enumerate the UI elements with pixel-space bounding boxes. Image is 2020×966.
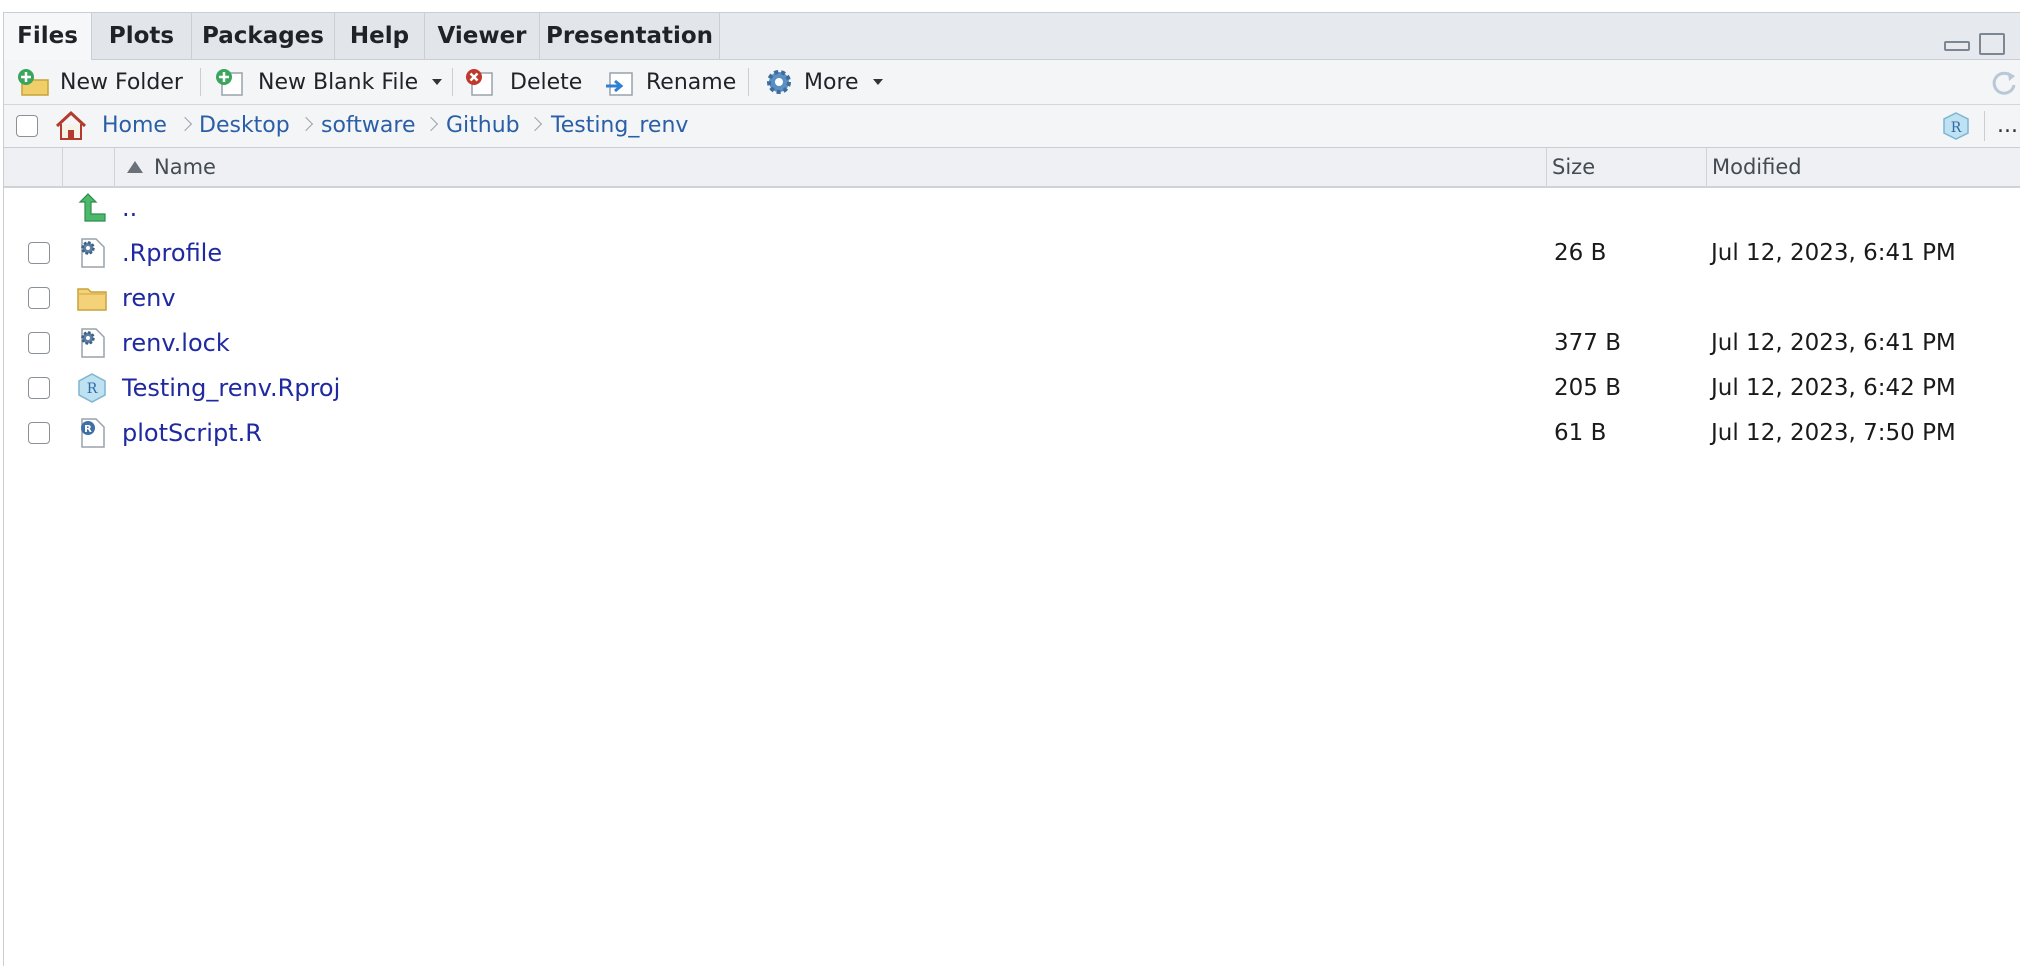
settings-file-icon [81,238,105,268]
breadcrumb-desktop[interactable]: Desktop [199,105,290,147]
chevron-down-icon [432,79,443,85]
file-list-header: Name Size Modified [4,148,2020,188]
chevron-down-icon [872,79,883,85]
column-size[interactable]: Size [1552,148,1595,186]
file-modified: Jul 12, 2023, 6:41 PM [1711,240,1956,266]
column-divider [62,148,63,186]
row-checkbox[interactable] [28,287,50,309]
files-pane: Files Plots Packages Help Viewer Present… [3,12,2020,966]
go-to-directory-button[interactable]: ... [1997,105,2018,147]
tab-bar: Files Plots Packages Help Viewer Present… [4,13,2020,60]
minimize-pane-button[interactable] [1944,41,1970,51]
svg-text:R: R [87,381,98,397]
chevron-right-icon [298,116,314,132]
rproj-file-icon: R [78,373,106,403]
chevron-right-icon [527,116,543,132]
file-name-link[interactable]: Testing_renv.Rproj [122,366,340,411]
breadcrumb: Home Desktop software Github Testing_ren… [4,105,2020,148]
file-row[interactable]: R plotScript.R 61 B Jul 12, 2023, 7:50 P… [4,411,2020,456]
column-name[interactable]: Name [154,148,216,186]
tab-files[interactable]: Files [4,13,92,60]
toolbar-divider [452,68,453,96]
folder-icon [77,288,107,311]
row-checkbox[interactable] [28,332,50,354]
new-file-icon [216,69,243,96]
delete-icon [466,69,493,96]
file-size: 205 B [1554,375,1621,401]
rename-label: Rename [646,69,737,95]
r-script-icon: R [81,418,105,448]
files-toolbar: New Folder New Blank File Delete Rename … [4,60,2020,105]
refresh-icon[interactable] [1989,68,2019,98]
tab-help[interactable]: Help [335,13,425,59]
file-name-link[interactable]: renv [122,276,176,321]
delete-button[interactable]: Delete [464,60,582,104]
path-divider [1984,111,1985,141]
row-checkbox[interactable] [28,377,50,399]
column-modified[interactable]: Modified [1712,148,1802,186]
file-modified: Jul 12, 2023, 7:50 PM [1711,420,1956,446]
file-size: 26 B [1554,240,1607,266]
tab-packages[interactable]: Packages [192,13,335,59]
tab-presentation[interactable]: Presentation [540,13,720,59]
file-size: 61 B [1554,420,1607,446]
parent-directory-icon [78,193,106,222]
more-button[interactable]: More [762,60,883,104]
new-folder-button[interactable]: New Folder [16,60,183,104]
file-size: 377 B [1554,330,1621,356]
toolbar-divider [200,68,201,96]
new-folder-label: New Folder [60,69,183,95]
new-folder-icon [18,69,49,96]
delete-label: Delete [510,69,583,95]
rename-button[interactable]: Rename [602,60,736,104]
parent-directory-row[interactable]: .. [4,186,2020,231]
breadcrumb-software[interactable]: software [321,105,415,147]
row-checkbox[interactable] [28,422,50,444]
svg-text:R: R [1951,120,1962,136]
breadcrumb-testing-renv[interactable]: Testing_renv [551,105,688,147]
column-divider [1546,148,1547,186]
column-divider [114,148,115,186]
file-name-link[interactable]: .Rprofile [122,231,222,276]
breadcrumb-home[interactable]: Home [102,105,167,147]
gear-icon [767,70,791,94]
maximize-pane-button[interactable] [1979,33,2005,55]
new-blank-file-label: New Blank File [258,69,419,95]
chevron-right-icon [177,116,193,132]
toolbar-divider [748,68,749,96]
sort-ascending-icon [127,161,143,173]
settings-file-icon [81,328,105,358]
file-name-link[interactable]: plotScript.R [122,411,262,456]
file-row[interactable]: renv [4,276,2020,321]
row-checkbox[interactable] [28,242,50,264]
file-modified: Jul 12, 2023, 6:41 PM [1711,330,1956,356]
column-divider [1706,148,1707,186]
file-modified: Jul 12, 2023, 6:42 PM [1711,375,1956,401]
select-all-checkbox[interactable] [16,115,38,137]
new-blank-file-button[interactable]: New Blank File [214,60,443,104]
parent-directory-link[interactable]: .. [122,186,137,231]
svg-text:R: R [84,424,92,435]
rename-icon [606,72,633,96]
breadcrumb-github[interactable]: Github [446,105,520,147]
project-icon[interactable]: R [1941,111,1971,141]
home-icon[interactable] [54,110,88,142]
file-row[interactable]: .Rprofile 26 B Jul 12, 2023, 6:41 PM [4,231,2020,276]
more-label: More [804,69,859,95]
tab-plots[interactable]: Plots [92,13,192,59]
file-name-link[interactable]: renv.lock [122,321,230,366]
tab-viewer[interactable]: Viewer [425,13,540,59]
file-row[interactable]: renv.lock 377 B Jul 12, 2023, 6:41 PM [4,321,2020,366]
file-row[interactable]: R Testing_renv.Rproj 205 B Jul 12, 2023,… [4,366,2020,411]
chevron-right-icon [423,116,439,132]
